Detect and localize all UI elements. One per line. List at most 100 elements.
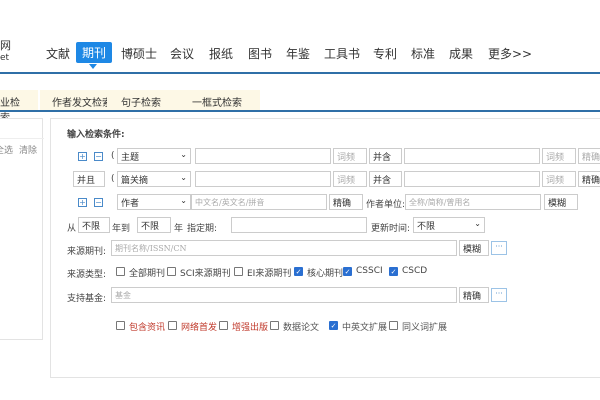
unit-match-select[interactable]: 模糊 [544,194,578,210]
nav-nianjian[interactable]: 年鉴 [286,45,310,62]
add-row-icon[interactable]: + [78,198,87,207]
match-value: 模糊 [548,199,567,209]
checkbox-label[interactable]: CSSCI [356,266,383,276]
source-input[interactable]: 期刊名称/ISSN/CN [111,240,457,256]
author-field-select[interactable]: 作者 ⌄ [117,194,191,210]
remove-row-icon[interactable]: − [94,198,103,207]
checkbox[interactable] [234,267,243,276]
nav-biaozhun[interactable]: 标准 [411,45,435,62]
nav-divider [0,72,600,74]
paren: ( [111,174,115,184]
nav-tushu[interactable]: 图书 [248,45,272,62]
checkbox[interactable]: ✓ [389,267,398,276]
nav-more[interactable]: 更多>> [488,45,532,62]
fund-input[interactable]: 基金 [111,287,457,303]
nav-chengguo[interactable]: 成果 [449,45,473,62]
checkbox-label[interactable]: 增强出版 [232,320,268,333]
chevron-down-icon: ⌄ [180,150,187,159]
logic-select-2[interactable]: 并且 [73,171,105,187]
freq-value: 词频 [337,153,356,163]
update-time-select[interactable]: 不限 ⌄ [413,217,485,233]
to-year-select[interactable]: 不限 [137,217,171,233]
match-select-2[interactable]: 精确 [578,171,600,187]
to-value: 不限 [141,222,160,232]
fund-match-select[interactable]: 精确 [459,287,489,303]
field-select-2[interactable]: 篇关摘 ⌄ [117,171,191,187]
freq-value: 词频 [546,153,565,163]
period-input[interactable] [231,217,367,233]
nav-boshuoshi[interactable]: 博硕士 [121,45,157,62]
nav-qikan[interactable]: 期刊 [76,42,113,63]
checkbox-label[interactable]: 包含资讯 [129,320,165,333]
author-input[interactable]: 中文名/英文名/拼音 [191,194,327,210]
keyword-input-1[interactable] [195,148,331,164]
match-select-1[interactable]: 精确 [578,148,600,164]
from-value: 不限 [82,222,101,232]
from-year-select[interactable]: 不限 [78,217,110,233]
checkbox[interactable] [219,321,228,330]
tab-one-box-search[interactable]: 一框式检索 [174,90,260,110]
remove-row-icon[interactable]: − [94,152,103,161]
freq-value: 词频 [337,176,356,186]
checkbox[interactable] [270,321,279,330]
checkbox[interactable] [116,321,125,330]
field-value: 篇关摘 [121,176,149,186]
nav-zhuanli[interactable]: 专利 [373,45,397,62]
checkbox[interactable]: ✓ [329,321,338,330]
fund-placeholder: 基金 [115,291,131,300]
chevron-down-icon: ⌄ [180,196,187,205]
sidebar-header [0,119,44,139]
checkbox[interactable]: ✓ [294,267,303,276]
checkbox[interactable] [168,321,177,330]
checkbox-label[interactable]: 网络首发 [181,320,217,333]
add-row-icon[interactable]: + [78,152,87,161]
logo: 网 et [0,40,14,64]
checkbox[interactable] [389,321,398,330]
search-form: 输入检索条件: + − ( 主题 ⌄ 词频 并含 词频 精确 并且 ( 篇关摘 ⌄ … [50,118,600,378]
tab-divider [0,110,600,112]
nav-gongjushu[interactable]: 工具书 [324,45,360,62]
author-unit-input[interactable]: 全称/简称/曾用名 [405,194,541,210]
update-time-label: 更新时间: [371,224,411,234]
checkbox-label[interactable]: SCI来源期刊 [180,266,231,279]
checkbox[interactable]: ✓ [343,267,352,276]
tab-professional-search[interactable]: 业检索 [0,90,38,124]
source-more-button[interactable]: ··· [491,241,507,255]
checkbox-label[interactable]: CSCD [402,266,427,276]
op-select-1[interactable]: 并含 [369,148,402,164]
nav-huiyi[interactable]: 会议 [170,45,194,62]
author-match-select[interactable]: 精确 [329,194,363,210]
freq-select-2b[interactable]: 词频 [542,171,576,187]
tab-sentence-search[interactable]: 句子检索 [107,90,175,110]
chevron-down-icon: ⌄ [180,173,187,182]
checkbox-label[interactable]: 中英文扩展 [342,320,387,333]
field-value: 作者 [121,199,140,209]
from-label: 从 [67,224,77,234]
checkbox-label[interactable]: 数据论文 [283,320,319,333]
freq-select-1b[interactable]: 词频 [542,148,576,164]
checkbox[interactable] [167,267,176,276]
op-select-2[interactable]: 并含 [369,171,402,187]
freq-select-1a[interactable]: 词频 [333,148,367,164]
fund-more-button[interactable]: ··· [491,288,507,302]
nav-baozhi[interactable]: 报纸 [209,45,233,62]
keyword-input-1b[interactable] [404,148,540,164]
checkbox-label[interactable]: 同义词扩展 [402,320,447,333]
field-select-1[interactable]: 主题 ⌄ [117,148,191,164]
checkbox-label[interactable]: 核心期刊 [307,266,343,279]
source-match-select[interactable]: 模糊 [459,240,489,256]
keyword-input-2[interactable] [195,171,331,187]
select-all-link[interactable]: 全选 [0,143,13,156]
checkbox[interactable] [116,267,125,276]
left-sidebar: 全选 清除 [0,118,44,340]
clear-link[interactable]: 清除 [19,143,37,156]
keyword-input-2b[interactable] [404,171,540,187]
source-label: 来源期刊: [67,247,107,257]
nav-wenxian[interactable]: 文献 [46,45,70,62]
checkbox-label[interactable]: 全部期刊 [129,266,165,279]
freq-select-2a[interactable]: 词频 [333,171,367,187]
checkbox-label[interactable]: EI来源期刊 [247,266,291,279]
freq-value: 词频 [546,176,565,186]
match-value: 精确 [463,292,482,302]
author-placeholder: 中文名/英文名/拼音 [195,198,265,207]
